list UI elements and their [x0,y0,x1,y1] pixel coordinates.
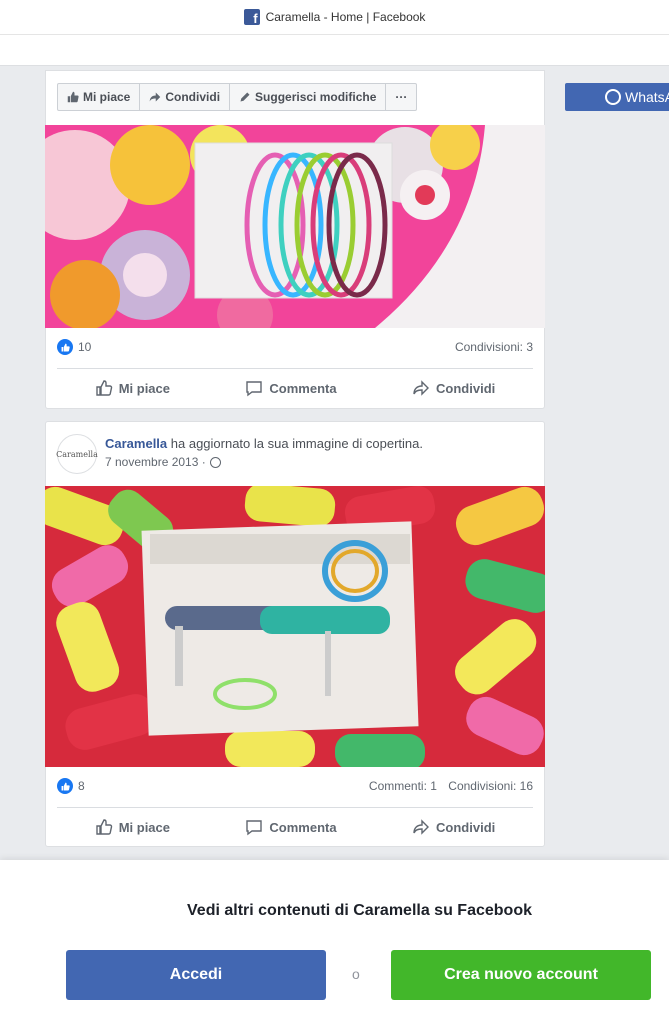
post-2-header: Caramella Caramella ha aggiornato la sua… [56,434,423,474]
create-account-button[interactable]: Crea nuovo account [391,950,651,1000]
page-share-label: Condividi [165,90,221,104]
post-1-stats: 10 Condivisioni: 3 [57,337,533,357]
whatsapp-button[interactable]: WhatsA [565,83,669,111]
post-1-like-label: Mi piace [118,380,170,396]
whatsapp-icon [605,89,621,105]
post-1-share-count[interactable]: Condivisioni: 3 [455,340,533,354]
post-2-share-count[interactable]: Condivisioni: 16 [448,779,533,793]
post-1-comment-button[interactable]: Commenta [245,379,337,397]
top-bar [0,34,669,66]
more-options-button[interactable]: ··· [386,84,416,110]
post-photo-1[interactable] [45,125,545,328]
post-2-like-button[interactable]: Mi piace [95,818,170,836]
post-1-divider [57,368,533,369]
page-like-label: Mi piace [83,90,131,104]
post-2-comment-count[interactable]: Commenti: 1 [369,779,437,793]
page-share-button[interactable]: Condividi [140,84,231,110]
post-1-share-label: Condividi [436,380,496,396]
candy-bracelets-photo [45,125,545,328]
post-2-activity: ha aggiornato la sua immagine di coperti… [167,436,423,451]
globe-icon [209,456,221,468]
share-arrow-icon [413,819,430,835]
login-prompt-title: Vedi altri contenuti di Caramella su Fac… [187,902,532,919]
post-2-like-label: Mi piace [118,819,170,835]
page-like-button[interactable]: Mi piace [58,84,141,110]
window-titlebar: f Caramella - Home | Facebook [0,0,669,34]
post-1-share-button[interactable]: Condividi [412,379,495,397]
post-1-comment-label: Commenta [269,380,337,396]
post-1-actions: Mi piace Commenta Condividi [57,372,533,404]
like-reaction-icon [57,778,73,794]
suggest-edits-label: Suggerisci modifiche [255,90,377,104]
post-2-comment-button[interactable]: Commenta [245,818,337,836]
avatar-logo-text: Caramella [56,449,98,459]
login-button[interactable]: Accedi [66,950,326,1000]
post-2-actions: Mi piace Commenta Condividi [57,811,533,843]
share-arrow-icon [150,92,161,102]
post-2-like-count[interactable]: 8 [78,779,85,793]
suggest-edits-button[interactable]: Suggerisci modifiche [230,84,387,110]
post-photo-2[interactable] [45,486,545,767]
like-reaction-icon [57,339,73,355]
comment-bubble-icon [246,820,263,836]
post-2-author[interactable]: Caramella [105,436,167,451]
thumbs-up-icon [96,380,112,396]
whatsapp-label: WhatsA [625,89,669,105]
more-dots-icon: ··· [395,90,408,104]
post-2-divider [57,807,533,808]
page-actions-bar: Mi piace Condividi Suggerisci modifiche … [57,83,418,111]
post-1-like-count[interactable]: 10 [78,340,91,354]
facebook-icon: f [243,9,260,25]
jelly-candy-display-photo [45,486,545,767]
or-separator: o [352,966,360,982]
post-2-date[interactable]: 7 novembre 2013 · [105,455,206,469]
post-1-like-button[interactable]: Mi piace [95,379,170,397]
post-2-share-button[interactable]: Condividi [412,818,495,836]
share-arrow-icon [413,380,430,396]
comment-bubble-icon [246,381,263,397]
window-title: Caramella - Home | Facebook [265,10,426,24]
post-2-stats: 8 Commenti: 1 Condivisioni: 16 [57,776,533,796]
page-avatar[interactable]: Caramella [56,434,98,474]
thumbs-up-icon [67,91,79,103]
thumbs-up-icon [96,819,112,835]
post-2-comment-label: Commenta [269,819,337,835]
pencil-icon [240,92,250,102]
post-2-share-label: Condividi [436,819,496,835]
